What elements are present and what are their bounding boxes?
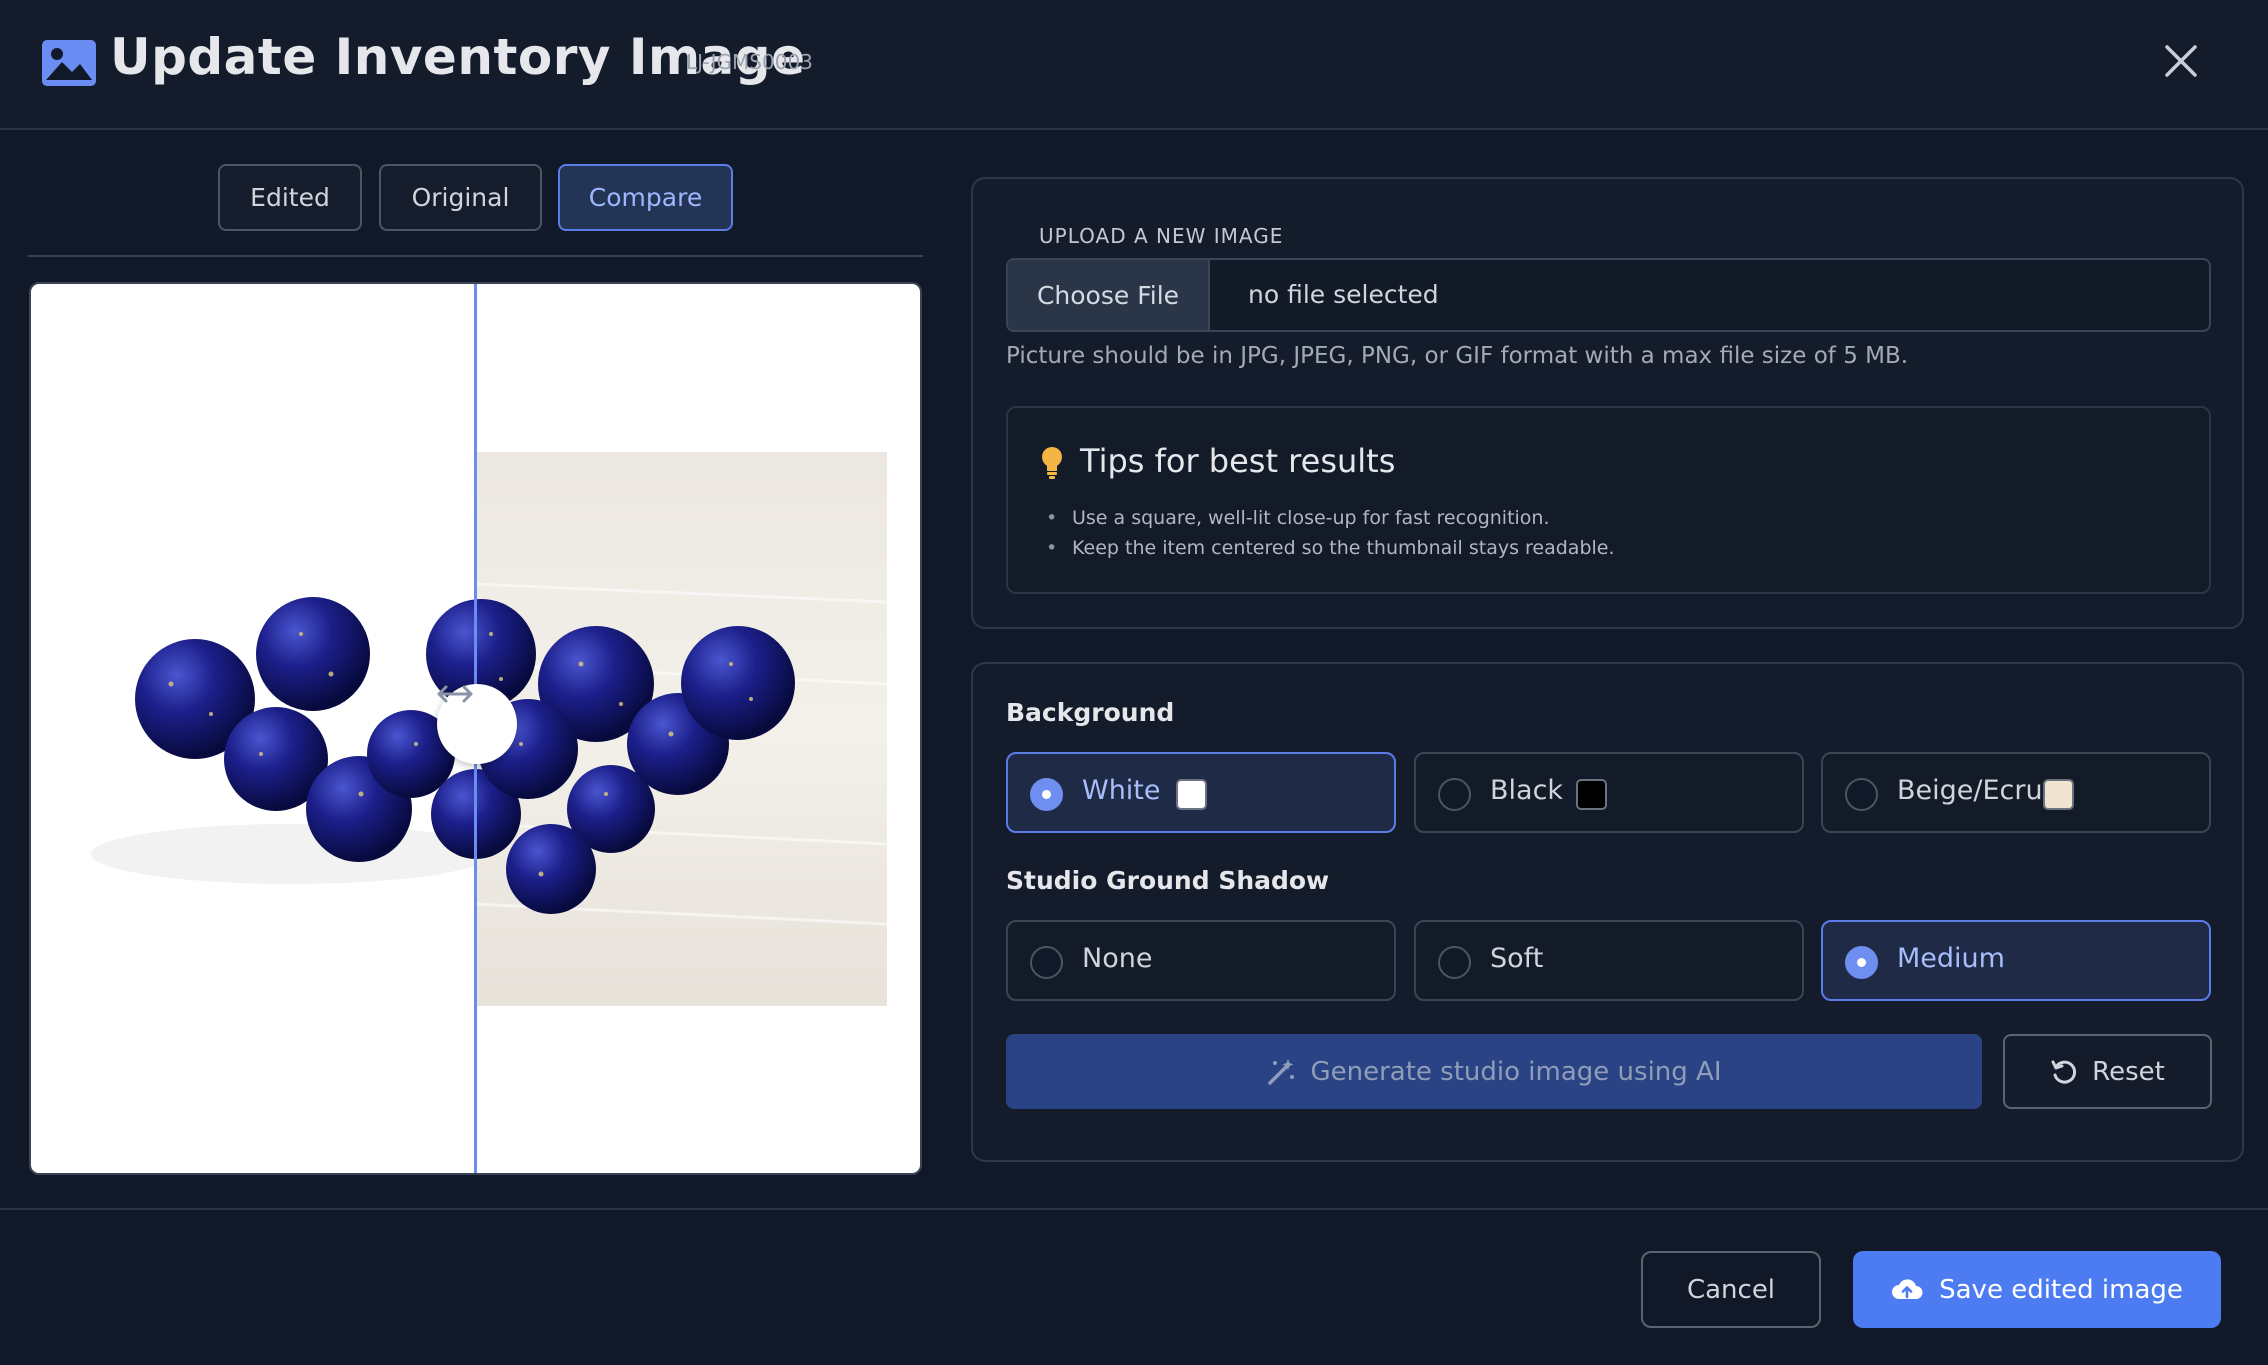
file-status: no file selected — [1248, 280, 1439, 309]
cloud-upload-icon — [1892, 1278, 1923, 1299]
sku-label: LJ-JGMS0003 — [686, 50, 813, 74]
shadow-option-none[interactable]: None — [1006, 920, 1396, 1001]
radio-button[interactable] — [1845, 778, 1878, 811]
radio-label: Soft — [1490, 943, 1544, 974]
radio-button[interactable] — [1845, 946, 1878, 979]
compare-preview[interactable] — [29, 282, 922, 1175]
beige-swatch — [2043, 779, 2074, 810]
tips-list: Use a square, well-lit close-up for fast… — [1046, 503, 1615, 563]
radio-label: Beige/Ecru — [1897, 775, 2043, 806]
cancel-button[interactable]: Cancel — [1641, 1251, 1821, 1328]
choose-file-button[interactable]: Choose File — [1008, 260, 1210, 330]
radio-label: White — [1082, 775, 1161, 806]
save-label: Save edited image — [1939, 1274, 2183, 1305]
radio-label: Medium — [1897, 943, 2005, 974]
arrows-horizontal-icon[interactable] — [437, 684, 517, 764]
modal-header: Update Inventory Image LJ-JGMS0003 — [0, 0, 2268, 130]
black-swatch — [1576, 779, 1607, 810]
radio-button[interactable] — [1438, 778, 1471, 811]
options-card: Background White Black Beige/Ecru Studio… — [971, 662, 2244, 1162]
tab-edited[interactable]: Edited — [218, 164, 362, 231]
shadow-option-medium[interactable]: Medium — [1821, 920, 2211, 1001]
background-label: Background — [1006, 698, 1175, 727]
lightbulb-icon — [1042, 447, 1062, 479]
background-option-white[interactable]: White — [1006, 752, 1396, 833]
tips-box: Tips for best results Use a square, well… — [1006, 406, 2211, 594]
generate-label: Generate studio image using AI — [1310, 1056, 1722, 1087]
footer-divider — [0, 1208, 2268, 1210]
close-icon[interactable] — [2164, 44, 2198, 78]
white-swatch — [1176, 779, 1207, 810]
radio-button[interactable] — [1030, 946, 1063, 979]
radio-button[interactable] — [1030, 778, 1063, 811]
save-button[interactable]: Save edited image — [1853, 1251, 2221, 1328]
background-option-beige[interactable]: Beige/Ecru — [1821, 752, 2211, 833]
upload-card: UPLOAD A NEW IMAGE Choose File no file s… — [971, 177, 2244, 629]
background-option-black[interactable]: Black — [1414, 752, 1804, 833]
file-input[interactable]: Choose File no file selected — [1006, 258, 2211, 332]
radio-label: Black — [1490, 775, 1564, 806]
tabs-divider — [28, 255, 923, 257]
magic-wand-icon — [1268, 1058, 1295, 1085]
generate-ai-button[interactable]: Generate studio image using AI — [1006, 1034, 1982, 1109]
tab-compare[interactable]: Compare — [558, 164, 733, 231]
reset-icon — [2051, 1060, 2077, 1084]
tip-item: Keep the item centered so the thumbnail … — [1046, 533, 1615, 563]
preview-panel: Edited Original Compare — [0, 132, 950, 1207]
shadow-option-soft[interactable]: Soft — [1414, 920, 1804, 1001]
upload-section-label: UPLOAD A NEW IMAGE — [1039, 224, 1284, 248]
radio-label: None — [1082, 943, 1153, 974]
upload-hint: Picture should be in JPG, JPEG, PNG, or … — [1006, 343, 1909, 369]
tip-item: Use a square, well-lit close-up for fast… — [1046, 503, 1615, 533]
shadow-label: Studio Ground Shadow — [1006, 866, 1330, 895]
tips-title: Tips for best results — [1080, 442, 1396, 480]
tab-original[interactable]: Original — [379, 164, 542, 231]
image-icon — [42, 40, 96, 86]
reset-button[interactable]: Reset — [2003, 1034, 2212, 1109]
radio-button[interactable] — [1438, 946, 1471, 979]
reset-label: Reset — [2092, 1056, 2165, 1087]
